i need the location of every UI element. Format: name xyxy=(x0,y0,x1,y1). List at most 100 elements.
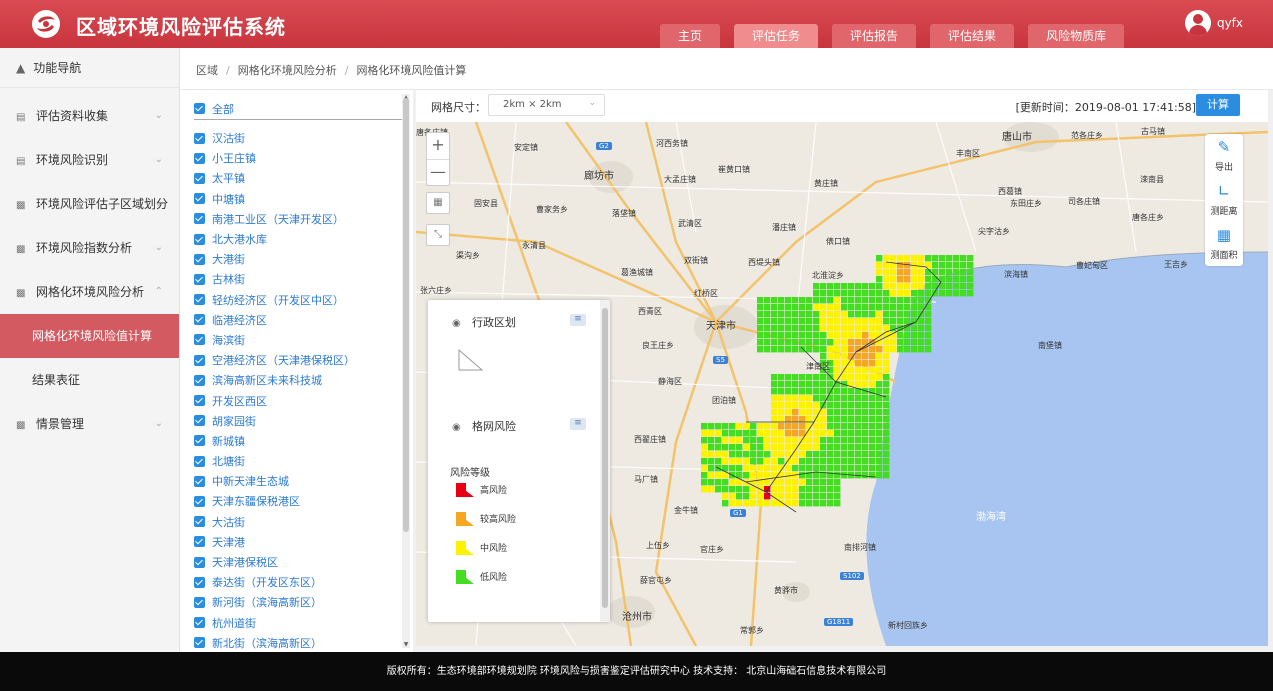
tree-item[interactable]: 空港经济区（天津港保税区） xyxy=(194,350,394,370)
checkbox-checked-icon[interactable] xyxy=(194,354,205,366)
checkbox-checked-icon[interactable] xyxy=(194,152,205,164)
checkbox-checked-icon[interactable] xyxy=(194,556,205,568)
sidebar-item-result-display[interactable]: 结果表征 xyxy=(0,358,179,402)
sidebar-item-risk-identification[interactable]: ▤ 环境风险识别 ⌄ xyxy=(0,138,179,182)
tree-item[interactable]: 南港工业区（天津开发区） xyxy=(194,209,394,229)
tree-item[interactable]: 海滨街 xyxy=(194,330,394,350)
tree-select-all[interactable]: 全部 xyxy=(194,98,402,120)
tree-item[interactable]: 太平镇 xyxy=(194,168,394,188)
zoom-in-button[interactable]: + xyxy=(427,133,449,159)
sidebar-item-scenario[interactable]: ▩ 情景管理 ⌄ xyxy=(0,402,179,446)
nav-tab-home[interactable]: 主页 xyxy=(660,24,721,48)
layer-menu-icon[interactable]: ≡ xyxy=(570,314,586,326)
sidebar-item-risk-index[interactable]: ▩ 环境风险指数分析 ⌄ xyxy=(0,226,179,270)
checkbox-checked-icon[interactable] xyxy=(194,132,205,144)
scroll-thumb[interactable] xyxy=(602,308,608,608)
checkbox-checked-icon[interactable] xyxy=(194,435,205,447)
tree-item[interactable]: 大沽街 xyxy=(194,512,394,532)
tree-item[interactable]: 开发区西区 xyxy=(194,390,394,410)
measure-area-button[interactable]: ▦ 测面积 xyxy=(1205,222,1243,266)
scroll-down-icon[interactable]: ▼ xyxy=(402,641,410,648)
eye-icon[interactable]: ◉ xyxy=(452,318,466,329)
grid-cell xyxy=(904,255,911,262)
user-menu[interactable]: qyfx xyxy=(1184,10,1243,36)
checkbox-checked-icon[interactable] xyxy=(194,273,205,285)
grid-size-select[interactable]: 2km × 2km ⌄ xyxy=(488,94,605,116)
checkbox-checked-icon[interactable] xyxy=(194,395,205,407)
measure-distance-button[interactable]: ∟ 测距离 xyxy=(1205,178,1243,222)
eye-icon[interactable]: ◉ xyxy=(452,422,466,433)
grid-cell xyxy=(890,297,897,304)
checkbox-checked-icon[interactable] xyxy=(194,455,205,467)
checkbox-checked-icon[interactable] xyxy=(194,415,205,427)
breadcrumb-item[interactable]: 区域 xyxy=(196,64,218,77)
sidebar-item-data-collection[interactable]: ▤ 评估资料收集 ⌄ xyxy=(0,94,179,138)
nav-tab-results[interactable]: 评估结果 xyxy=(930,24,1015,48)
grid-cell xyxy=(841,332,848,339)
checkbox-checked-icon[interactable] xyxy=(194,576,205,588)
tree-item[interactable]: 北塘街 xyxy=(194,451,394,471)
fullscreen-icon[interactable]: ⤡ xyxy=(426,224,450,246)
checkbox-checked-icon[interactable] xyxy=(194,233,205,245)
checkbox-checked-icon[interactable] xyxy=(194,213,205,225)
checkbox-checked-icon[interactable] xyxy=(194,536,205,548)
tree-item[interactable]: 轻纺经济区（开发区中区） xyxy=(194,290,394,310)
tree-item[interactable]: 北大港水库 xyxy=(194,229,394,249)
checkbox-checked-icon[interactable] xyxy=(194,495,205,507)
tree-item[interactable]: 小王庄镇 xyxy=(194,148,394,168)
tree-item[interactable]: 泰达街（开发区东区） xyxy=(194,572,394,592)
grid-cell xyxy=(820,388,827,395)
checkbox-checked-icon[interactable] xyxy=(194,314,205,326)
checkbox-checked-icon[interactable] xyxy=(194,193,205,205)
tree-item[interactable]: 汉沽街 xyxy=(194,128,394,148)
tree-item[interactable]: 大港街 xyxy=(194,249,394,269)
grid-cell xyxy=(855,304,862,311)
layer-switch-icon[interactable]: ▦ xyxy=(426,192,450,214)
nav-tab-reports[interactable]: 评估报告 xyxy=(832,24,917,48)
calculate-button[interactable]: 计算 xyxy=(1196,94,1240,116)
scroll-thumb[interactable] xyxy=(403,98,409,532)
checkbox-checked-icon[interactable] xyxy=(194,637,205,649)
tree-item[interactable]: 中新天津生态城 xyxy=(194,471,394,491)
zoom-out-button[interactable]: — xyxy=(427,159,449,185)
tree-item[interactable]: 古林街 xyxy=(194,269,394,289)
checkbox-checked-icon[interactable] xyxy=(194,294,205,306)
legend-swatch-shape xyxy=(456,541,474,555)
checkbox-checked-icon[interactable] xyxy=(194,253,205,265)
nav-tab-substances[interactable]: 风险物质库 xyxy=(1028,24,1125,48)
tree-item[interactable]: 新北街（滨海高新区） xyxy=(194,633,394,652)
checkbox-checked-icon[interactable] xyxy=(194,617,205,629)
export-button[interactable]: ✎ 导出 xyxy=(1205,134,1243,178)
checkbox-checked-icon[interactable] xyxy=(194,334,205,346)
nav-tab-tasks[interactable]: 评估任务 xyxy=(734,24,819,48)
tree-item[interactable]: 杭州道街 xyxy=(194,613,394,633)
tree-item[interactable]: 胡家园街 xyxy=(194,411,394,431)
sidebar-item-grid-analysis[interactable]: ▩ 网格化环境风险分析 ⌃ xyxy=(0,270,179,314)
checkbox-checked-icon[interactable] xyxy=(194,596,205,608)
map-label: 俵口镇 xyxy=(826,237,850,246)
tree-item[interactable]: 天津港保税区 xyxy=(194,552,394,572)
checkbox-checked-icon[interactable] xyxy=(194,103,205,114)
layer-panel-scrollbar[interactable] xyxy=(600,300,610,622)
tree-item[interactable]: 临港经济区 xyxy=(194,310,394,330)
checkbox-checked-icon[interactable] xyxy=(194,172,205,184)
sidebar-item-grid-calc[interactable]: 网格化环境风险值计算 xyxy=(0,314,179,358)
layer-menu-icon[interactable]: ≡ xyxy=(570,418,586,430)
tree-item[interactable]: 新城镇 xyxy=(194,431,394,451)
breadcrumb-item[interactable]: 网格化环境风险分析 xyxy=(238,64,337,77)
checkbox-checked-icon[interactable] xyxy=(194,374,205,386)
tree-item[interactable]: 中塘镇 xyxy=(194,189,394,209)
tree-item[interactable]: 天津港 xyxy=(194,532,394,552)
grid-cell xyxy=(806,444,813,451)
grid-cell xyxy=(813,388,820,395)
tree-item[interactable]: 滨海高新区未来科技城 xyxy=(194,370,394,390)
sidebar-item-subregion[interactable]: ▩ 环境风险评估子区域划分 ⌄ xyxy=(0,182,179,226)
grid-cell xyxy=(911,304,918,311)
tree-item-label: 大港街 xyxy=(212,253,245,267)
checkbox-checked-icon[interactable] xyxy=(194,475,205,487)
tree-item[interactable]: 天津东疆保税港区 xyxy=(194,491,394,511)
tree-scrollbar[interactable]: ▲ ▼ xyxy=(402,94,410,648)
tree-item[interactable]: 新河街（滨海高新区） xyxy=(194,592,394,612)
grid-cell xyxy=(869,465,876,472)
checkbox-checked-icon[interactable] xyxy=(194,516,205,528)
